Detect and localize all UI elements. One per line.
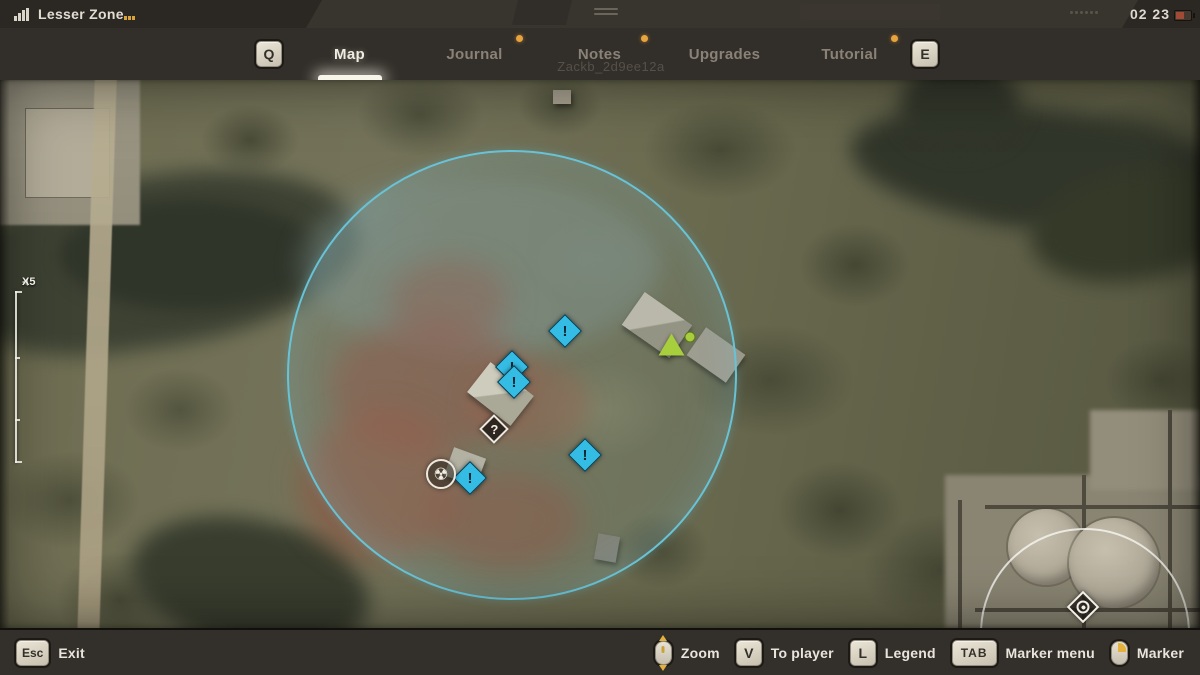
zone-name-label: Lesser Zone <box>38 6 124 22</box>
next-tab-key-hint[interactable]: E <box>912 41 938 67</box>
shortcut-bar: Esc Exit Zoom V To player L Legend TAB M… <box>0 628 1200 675</box>
status-bar: Lesser Zone 02 23 <box>0 0 1200 29</box>
tab-key-hint: TAB <box>952 640 997 666</box>
battery-icon <box>1174 10 1192 21</box>
map-marker-quest[interactable]: ! <box>458 466 482 490</box>
indicator-dots <box>124 16 135 20</box>
map-marker-quest[interactable]: ! <box>553 319 577 343</box>
map-marker-quest[interactable]: ! <box>573 443 597 467</box>
map-marker-quest[interactable]: ! <box>502 370 526 394</box>
esc-key-hint: Esc <box>16 640 49 666</box>
map-marker-ping[interactable] <box>1072 596 1095 619</box>
device-handle-icon <box>594 8 618 18</box>
marker-shortcut[interactable]: Marker <box>1111 641 1184 665</box>
signal-bars-icon <box>14 8 29 21</box>
marker-label: Marker <box>1137 645 1184 661</box>
marker-menu-shortcut[interactable]: TAB Marker menu <box>952 640 1095 666</box>
zoom-label: Zoom <box>681 645 720 661</box>
mouse-right-icon <box>1111 641 1128 665</box>
v-key-hint: V <box>736 640 762 666</box>
marker-menu-label: Marker menu <box>1006 645 1095 661</box>
to-player-shortcut[interactable]: V To player <box>736 640 834 666</box>
to-player-label: To player <box>771 645 834 661</box>
prev-tab-key-hint[interactable]: Q <box>256 41 282 67</box>
zoom-shortcut[interactable]: Zoom <box>655 641 720 665</box>
mouse-scroll-icon <box>655 641 672 665</box>
legend-shortcut[interactable]: L Legend <box>850 640 936 666</box>
l-key-hint: L <box>850 640 876 666</box>
exit-label: Exit <box>58 645 84 661</box>
tab-map[interactable]: Map <box>287 28 412 80</box>
device-trim <box>800 4 940 20</box>
marker-layer: !!!!!?☢ <box>0 80 1200 628</box>
watermark: Zackb_2d9ee12a <box>531 59 691 74</box>
map-view[interactable]: X5 !!!!!?☢ <box>0 80 1200 628</box>
tab-tutorial[interactable]: Tutorial <box>787 28 912 80</box>
shortcut-group: Zoom V To player L Legend TAB Marker men… <box>655 640 1184 666</box>
map-marker-radiation[interactable]: ☢ <box>426 459 456 489</box>
device-trim <box>512 0 572 25</box>
map-marker-player[interactable] <box>672 345 685 356</box>
tab-journal[interactable]: Journal <box>412 28 537 80</box>
game-time: 02 23 <box>1130 6 1170 22</box>
map-marker-question[interactable]: ? <box>484 419 505 440</box>
vent-dots <box>1070 11 1098 14</box>
legend-label: Legend <box>885 645 936 661</box>
exit-shortcut[interactable]: Esc Exit <box>16 640 85 666</box>
